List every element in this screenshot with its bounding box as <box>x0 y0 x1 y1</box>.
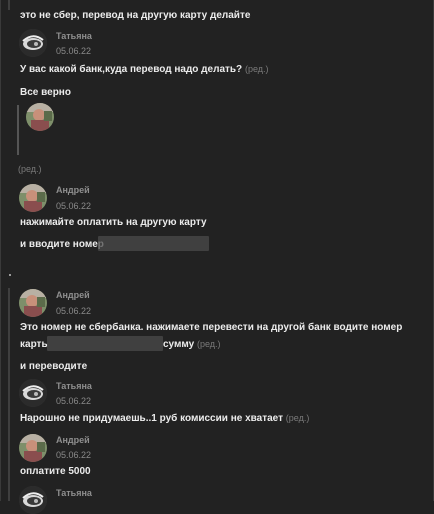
message-text: Все верно <box>20 87 71 98</box>
avatar-tatiana-icon[interactable] <box>19 486 47 514</box>
author-name[interactable]: Андрей <box>56 435 90 445</box>
avatar-andrey-icon[interactable] <box>19 289 47 317</box>
chat-window: это не сбер, перевод на другую карту дел… <box>0 0 434 514</box>
message-text: Это номер не сбербанка. нажимаете переве… <box>20 322 403 333</box>
message-date: 05.06.22 <box>56 201 92 211</box>
thread-line <box>8 288 10 501</box>
avatar-andrey-icon[interactable] <box>19 434 47 462</box>
avatar-andrey-icon[interactable] <box>19 184 47 212</box>
avatar-tatiana-icon[interactable] <box>19 379 47 407</box>
message-text: У вас какой банк,куда перевод надо делат… <box>20 64 269 75</box>
message-text: нажимайте оплатить на другую карту <box>20 217 207 228</box>
separator-dot <box>9 274 11 276</box>
redacted-card-number <box>98 236 209 251</box>
author-name[interactable]: Татьяна <box>56 488 92 498</box>
author-name[interactable]: Андрей <box>56 290 90 300</box>
message-text: оплатите 5000 <box>20 466 91 477</box>
author-name[interactable]: Татьяна <box>56 31 92 41</box>
edited-label: (ред.) <box>285 413 310 423</box>
message-text: и переводите <box>20 361 88 372</box>
edited-label: (ред.) <box>18 164 42 174</box>
avatar-tatiana-icon[interactable] <box>19 29 47 57</box>
message-text: Нарошно не придумаешь..1 руб комиссии не… <box>20 413 310 424</box>
edited-label: (ред.) <box>244 64 269 74</box>
author-name[interactable]: Андрей <box>56 185 90 195</box>
message-date: 05.06.22 <box>56 306 92 316</box>
message-text: это не сбер, перевод на другую карту дел… <box>20 10 251 21</box>
message-date: 05.06.22 <box>56 450 92 460</box>
message-text-line: карть <box>20 339 48 350</box>
thread-line <box>8 0 10 10</box>
redacted-card-number <box>47 336 163 351</box>
author-name[interactable]: Татьяна <box>56 381 92 391</box>
edited-label: (ред.) <box>197 339 221 349</box>
quote-bar <box>17 105 19 155</box>
message-date: 05.06.22 <box>56 46 92 56</box>
message-text-line: сумму (ред.) <box>163 339 221 350</box>
message-text: и вводите номер <box>20 239 104 250</box>
message-date: 05.06.22 <box>56 396 92 406</box>
avatar-andrey-icon[interactable] <box>26 103 54 131</box>
